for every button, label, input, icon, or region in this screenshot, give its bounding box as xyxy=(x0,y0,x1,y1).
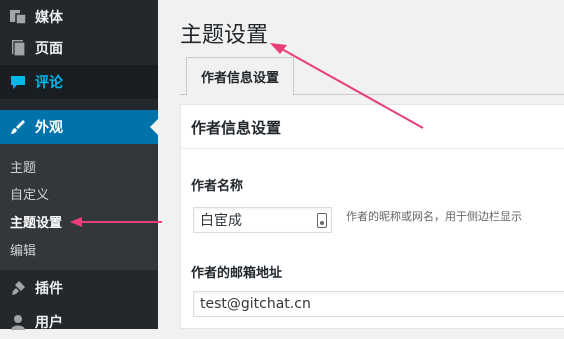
page-title: 主题设置 xyxy=(180,23,269,48)
author-name-field[interactable]: 白宦成 xyxy=(193,207,332,233)
contact-card-icon[interactable] xyxy=(317,213,327,228)
brush-icon xyxy=(8,117,28,137)
submenu-item-themes[interactable]: 主题 xyxy=(10,157,36,176)
author-email-label: 作者的邮箱地址 xyxy=(191,266,283,281)
sidebar-item-label: 外观 xyxy=(35,120,63,136)
user-icon xyxy=(8,312,28,332)
sidebar-item-label: 媒体 xyxy=(35,10,63,26)
page-icon xyxy=(8,38,28,58)
sidebar-item-comments[interactable]: 评论 xyxy=(0,65,158,99)
submenu-item-theme-settings[interactable]: 主题设置 xyxy=(10,212,62,231)
plugin-icon xyxy=(8,278,28,298)
submenu-item-customize[interactable]: 自定义 xyxy=(10,184,49,203)
sidebar-item-pages[interactable]: 页面 xyxy=(0,31,158,65)
appearance-submenu: 主题 自定义 主题设置 编辑 xyxy=(0,144,158,270)
author-name-value: 白宦成 xyxy=(200,213,242,229)
sidebar-item-plugins[interactable]: 插件 xyxy=(0,271,158,305)
author-name-description: 作者的昵称或网名，用于侧边栏显示 xyxy=(346,210,522,223)
submenu-item-editor[interactable]: 编辑 xyxy=(10,240,36,259)
comment-icon xyxy=(8,72,28,92)
author-email-value: test@gitchat.cn xyxy=(200,296,311,312)
sidebar-item-label: 页面 xyxy=(35,41,63,57)
sidebar-item-appearance[interactable]: 外观 xyxy=(0,110,158,144)
author-email-field[interactable]: test@gitchat.cn xyxy=(193,291,564,317)
panel-title: 作者信息设置 xyxy=(191,119,282,137)
admin-sidebar: 媒体 页面 评论 外观 主题 自定义 主题设置 编辑 插件 用户 xyxy=(0,0,158,331)
sidebar-item-users[interactable]: 用户 xyxy=(0,305,158,339)
panel-header: 作者信息设置 xyxy=(181,105,564,149)
sidebar-item-label: 用户 xyxy=(35,315,63,331)
main-content: 主题设置 作者信息设置 作者信息设置 作者名称 白宦成 作者的昵称或网名，用于侧… xyxy=(158,0,564,329)
tab-author-info[interactable]: 作者信息设置 xyxy=(186,57,294,96)
media-icon xyxy=(8,7,28,27)
sidebar-item-label: 评论 xyxy=(35,75,63,91)
settings-panel: 作者信息设置 作者名称 白宦成 作者的昵称或网名，用于侧边栏显示 作者的邮箱地址… xyxy=(180,104,564,329)
author-name-label: 作者名称 xyxy=(191,179,244,194)
sidebar-item-label: 插件 xyxy=(35,281,63,297)
sidebar-item-media[interactable]: 媒体 xyxy=(0,0,158,34)
